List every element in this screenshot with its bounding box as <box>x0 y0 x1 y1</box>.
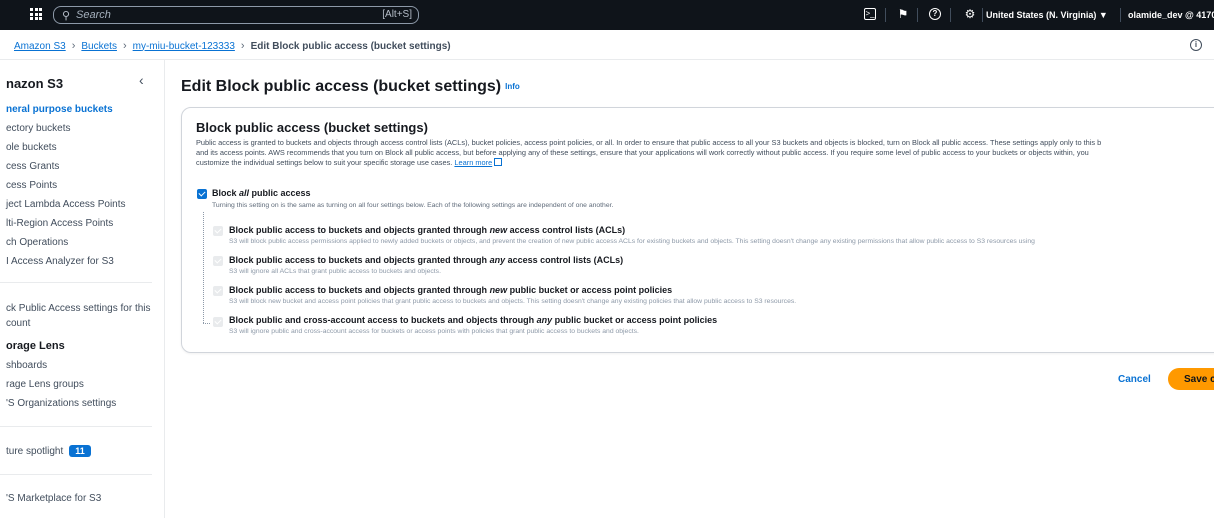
cancel-button[interactable]: Cancel <box>1108 370 1161 389</box>
breadcrumb-amazon-s3[interactable]: Amazon S3 <box>14 41 66 52</box>
label-emphasis: any <box>489 255 506 265</box>
sidebar-item-access-grants[interactable]: cess Grants <box>6 161 59 172</box>
label-emphasis: any <box>536 315 553 325</box>
breadcrumb: Amazon S3 › Buckets › my-miu-bucket-1233… <box>14 40 451 52</box>
sidebar-item-iam-access-analyzer[interactable]: I Access Analyzer for S3 <box>6 256 114 267</box>
label-text: access control lists (ACLs) <box>507 225 626 235</box>
search-box[interactable]: ⚲ [Alt+S] <box>53 6 419 24</box>
external-link-icon <box>494 158 503 166</box>
sidebar-item-table-buckets[interactable]: ole buckets <box>6 142 57 153</box>
search-icon: ⚲ <box>62 10 71 22</box>
account-menu[interactable]: olamide_dev @ 4170- <box>1128 10 1214 20</box>
option-new-policies-checkbox[interactable] <box>213 286 223 296</box>
notification-badge: 11 <box>69 445 91 457</box>
description-text: customize the individual settings below … <box>196 158 453 167</box>
cloudshell-icon[interactable]: >_ <box>864 8 876 20</box>
option-new-acls-description: S3 will block public access permissions … <box>229 238 1035 245</box>
chevron-right-icon: › <box>240 40 245 52</box>
sidebar-item-label: ture spotlight <box>6 446 64 457</box>
sidebar-item-label: ck Public Access settings for this <box>6 303 151 314</box>
tree-connector <box>203 212 204 323</box>
label-text: Block public access to buckets and objec… <box>229 225 490 235</box>
sidebar-section-storage-lens[interactable]: orage Lens <box>6 340 65 352</box>
description-line: and its access points. AWS recommends th… <box>196 148 1089 157</box>
sidebar-item-feature-spotlight[interactable]: ture spotlight 11 <box>6 445 91 457</box>
page-title-text: Edit Block public access (bucket setting… <box>181 78 502 95</box>
label-text: access control lists (ACLs) <box>505 255 624 265</box>
search-shortcut: [Alt+S] <box>382 9 412 20</box>
search-input[interactable] <box>76 8 276 22</box>
settings-panel: Block public access (bucket settings) Pu… <box>181 107 1214 353</box>
app-grid-icon[interactable] <box>30 8 42 20</box>
divider <box>982 8 983 22</box>
option-new-acls-checkbox[interactable] <box>213 226 223 236</box>
label-text: Block public access to buckets and objec… <box>229 255 490 265</box>
chevron-right-icon: › <box>71 40 76 52</box>
panel-title: Block public access (bucket settings) <box>196 120 428 135</box>
bell-icon[interactable]: ⚑ <box>896 7 910 21</box>
chevron-left-icon[interactable]: ‹ <box>139 72 144 88</box>
label-emphasis: new <box>489 285 508 295</box>
save-changes-button[interactable]: Save c <box>1168 368 1214 390</box>
label-text: public bucket or access point policies <box>507 285 673 295</box>
breadcrumb-bucket[interactable]: my-miu-bucket-123333 <box>133 41 235 52</box>
option-any-policies-label: Block public and cross-account access to… <box>229 315 717 325</box>
block-all-description: Turning this setting on is the same as t… <box>212 202 614 209</box>
label-text: public bucket or access point policies <box>552 315 718 325</box>
sidebar-item-block-public-access[interactable]: ck Public Access settings for this count <box>6 303 151 329</box>
sidebar-item-access-points[interactable]: cess Points <box>6 180 57 191</box>
info-icon[interactable]: i <box>1190 39 1202 51</box>
chevron-right-icon: › <box>122 40 127 52</box>
sidebar-item-label: count <box>6 318 31 329</box>
divider <box>917 8 918 22</box>
sidebar-item-storage-lens-groups[interactable]: rage Lens groups <box>6 379 84 390</box>
divider <box>885 8 886 22</box>
divider <box>950 8 951 22</box>
option-any-policies-checkbox[interactable] <box>213 317 223 327</box>
description-line-last: customize the individual settings below … <box>196 158 1214 168</box>
divider <box>0 59 1214 60</box>
option-any-policies-description: S3 will ignore public and cross-account … <box>229 328 639 335</box>
sidebar: nazon S3 ‹ neral purpose buckets ectory … <box>0 60 165 518</box>
page-title: Edit Block public access (bucket setting… <box>181 78 520 96</box>
description-line: Public access is granted to buckets and … <box>196 138 1102 147</box>
sidebar-title: nazon S3 <box>6 76 64 91</box>
label-text: Block public and cross-account access to… <box>229 315 537 325</box>
sidebar-item-general-purpose-buckets[interactable]: neral purpose buckets <box>6 104 113 115</box>
label-emphasis: new <box>489 225 508 235</box>
label-emphasis: all <box>239 188 250 198</box>
divider <box>0 426 152 427</box>
divider <box>0 282 152 283</box>
region-selector[interactable]: United States (N. Virginia) ▼ <box>986 10 1108 20</box>
block-all-checkbox[interactable] <box>197 189 207 199</box>
option-any-acls-description: S3 will ignore all ACLs that grant publi… <box>229 268 441 275</box>
block-all-label[interactable]: Block all public access <box>212 188 311 198</box>
sidebar-item-multi-region[interactable]: lti-Region Access Points <box>6 218 113 229</box>
tree-connector <box>203 323 210 324</box>
option-new-policies-label: Block public access to buckets and objec… <box>229 285 672 295</box>
breadcrumb-buckets[interactable]: Buckets <box>81 41 117 52</box>
help-icon[interactable]: ? <box>929 8 941 20</box>
divider <box>1120 8 1121 22</box>
option-new-acls-label: Block public access to buckets and objec… <box>229 225 625 235</box>
option-new-policies-description: S3 will block new bucket and access poin… <box>229 298 797 305</box>
sidebar-item-object-lambda[interactable]: ject Lambda Access Points <box>6 199 126 210</box>
sidebar-item-organizations-settings[interactable]: 'S Organizations settings <box>6 398 116 409</box>
sidebar-item-directory-buckets[interactable]: ectory buckets <box>6 123 70 134</box>
gear-icon[interactable]: ⚙ <box>963 7 977 21</box>
option-any-acls-label: Block public access to buckets and objec… <box>229 255 623 265</box>
breadcrumb-current: Edit Block public access (bucket setting… <box>250 40 451 52</box>
sidebar-item-dashboards[interactable]: shboards <box>6 360 47 371</box>
info-link[interactable]: Info <box>505 82 520 91</box>
label-text: Block <box>212 188 240 198</box>
sidebar-item-batch-operations[interactable]: ch Operations <box>6 237 68 248</box>
option-any-acls-checkbox[interactable] <box>213 256 223 266</box>
learn-more-link[interactable]: Learn more <box>454 158 492 167</box>
top-navigation-bar: ⚲ [Alt+S] >_ ⚑ ? ⚙ United States (N. Vir… <box>0 0 1214 30</box>
sidebar-item-marketplace[interactable]: 'S Marketplace for S3 <box>6 493 101 504</box>
label-text: public access <box>249 188 311 198</box>
panel-description: Public access is granted to buckets and … <box>196 138 1214 168</box>
divider <box>0 474 152 475</box>
label-text: Block public access to buckets and objec… <box>229 285 490 295</box>
